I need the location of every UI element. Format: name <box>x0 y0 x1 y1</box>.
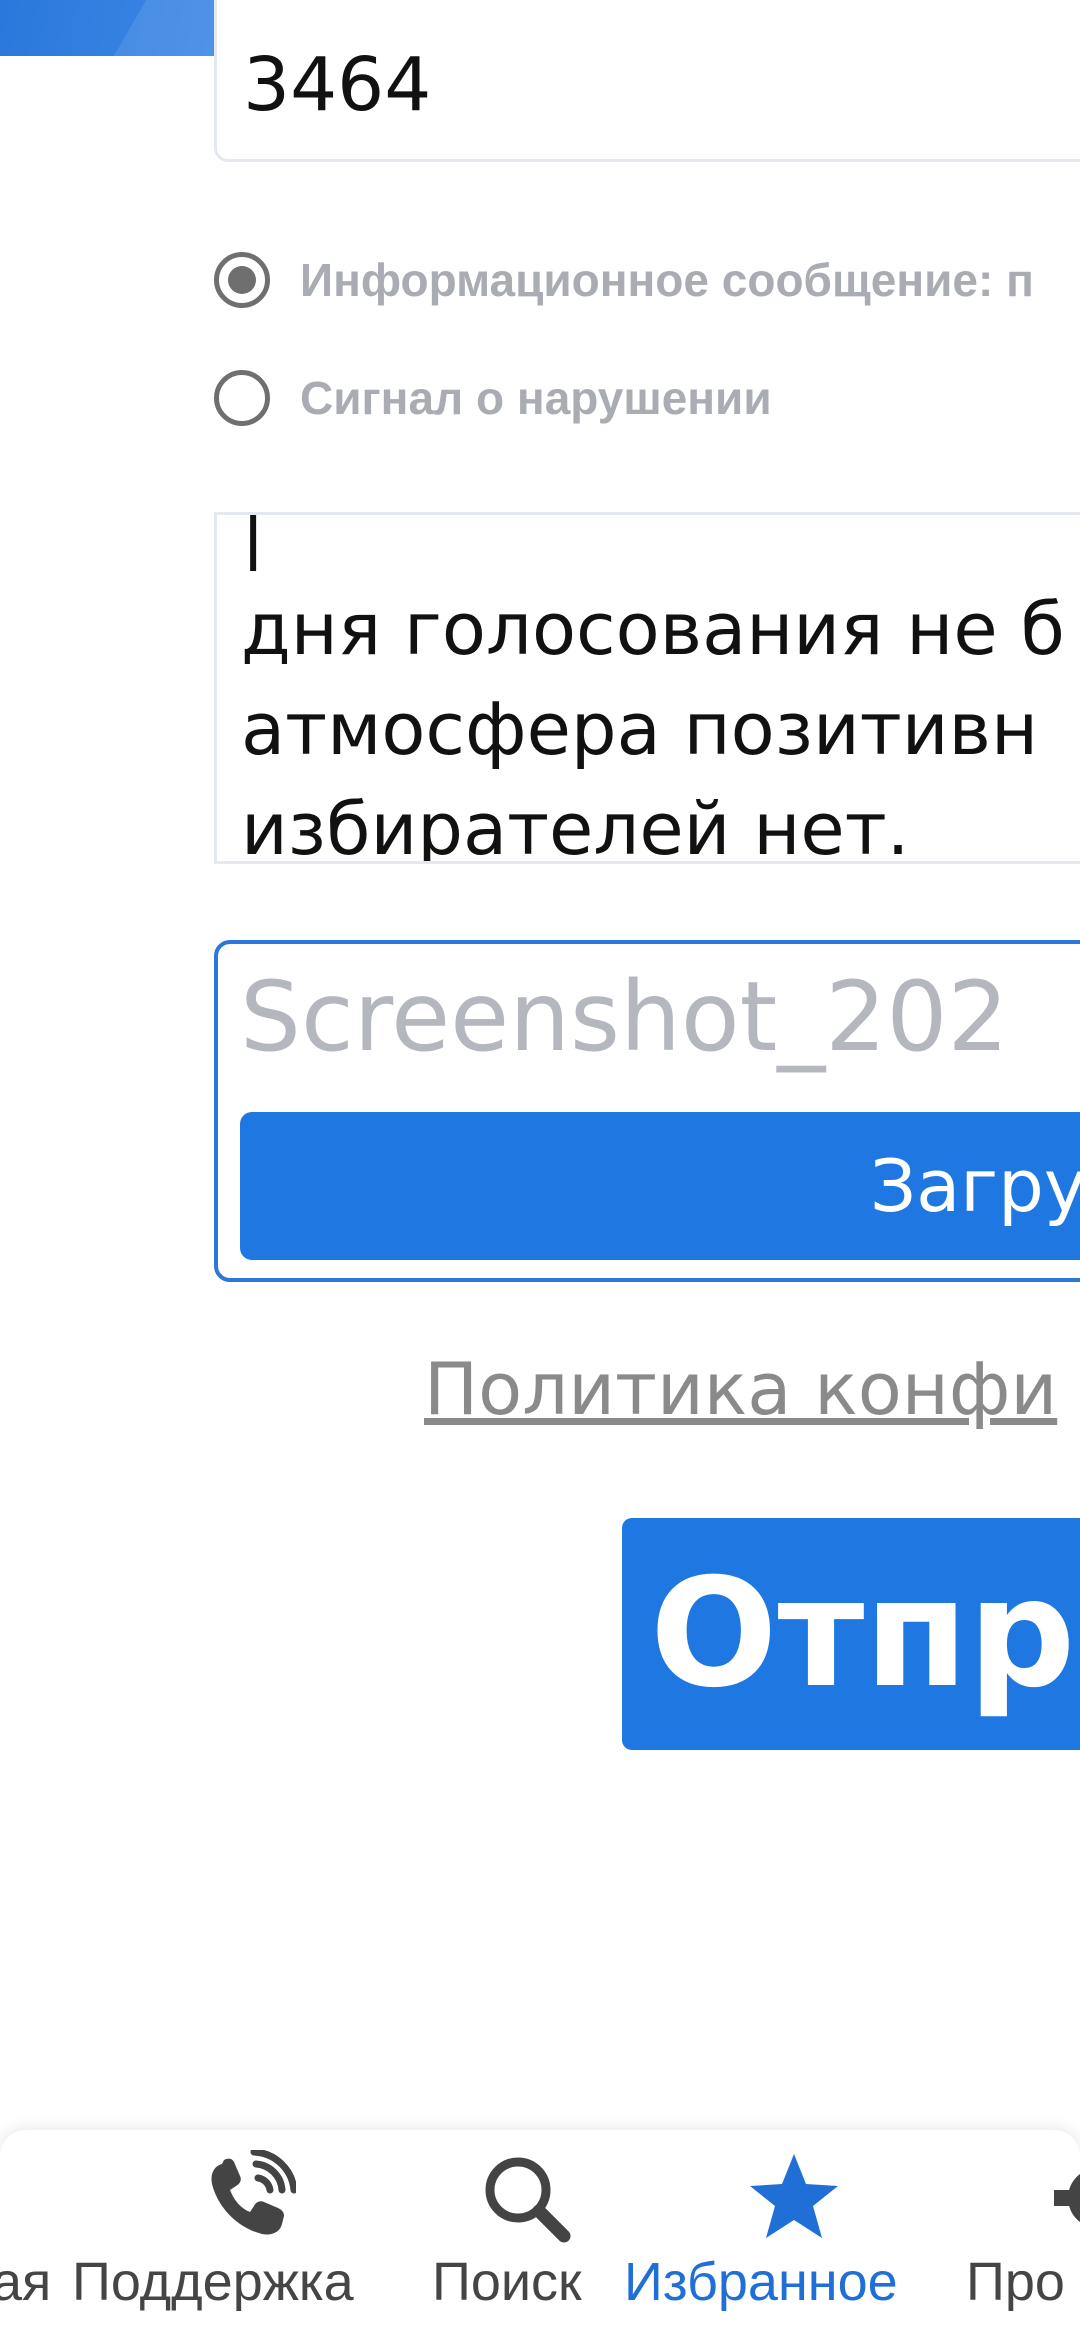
nav-item-home-label[interactable]: ая <box>0 2250 51 2314</box>
nav-item-search-label[interactable]: Поиск <box>432 2250 582 2314</box>
upload-filename: Screenshot_202 <box>240 961 1009 1073</box>
message-textarea[interactable]: | дня голосования не б атмосфера позитив… <box>214 512 1080 864</box>
nav-item-profile-label[interactable]: Про <box>966 2250 1065 2314</box>
phone-icon[interactable] <box>200 2150 296 2246</box>
privacy-policy-link[interactable]: Политика конфи <box>424 1346 1057 1432</box>
number-input-value: 3464 <box>243 42 432 128</box>
radio-button-unchecked[interactable] <box>214 370 270 426</box>
radio-label: Сигнал о нарушении <box>300 372 772 424</box>
gear-icon[interactable] <box>1050 2150 1080 2246</box>
search-icon[interactable] <box>478 2150 574 2246</box>
bottom-nav: ая Поддержка Поиск Избранное Про <box>0 2130 1080 2340</box>
radio-option-info-message[interactable]: Информационное сообщение: п <box>214 250 1034 310</box>
radio-button-checked[interactable] <box>214 252 270 308</box>
screen: 3464 Информационное сообщение: п Сигнал … <box>0 0 1080 2340</box>
upload-button[interactable]: Загру <box>240 1112 1080 1260</box>
message-text: | дня голосования не б атмосфера позитив… <box>241 512 1065 864</box>
nav-item-support-label[interactable]: Поддержка <box>72 2250 354 2314</box>
nav-item-favorites-label[interactable]: Избранное <box>624 2250 898 2314</box>
number-input[interactable]: 3464 <box>214 0 1080 162</box>
file-upload-box: Screenshot_202 Загру <box>214 940 1080 1282</box>
radio-option-violation-signal[interactable]: Сигнал о нарушении <box>214 368 772 428</box>
submit-button[interactable]: Отпра <box>622 1518 1080 1750</box>
star-icon[interactable] <box>746 2150 842 2246</box>
radio-label: Информационное сообщение: п <box>300 254 1034 306</box>
